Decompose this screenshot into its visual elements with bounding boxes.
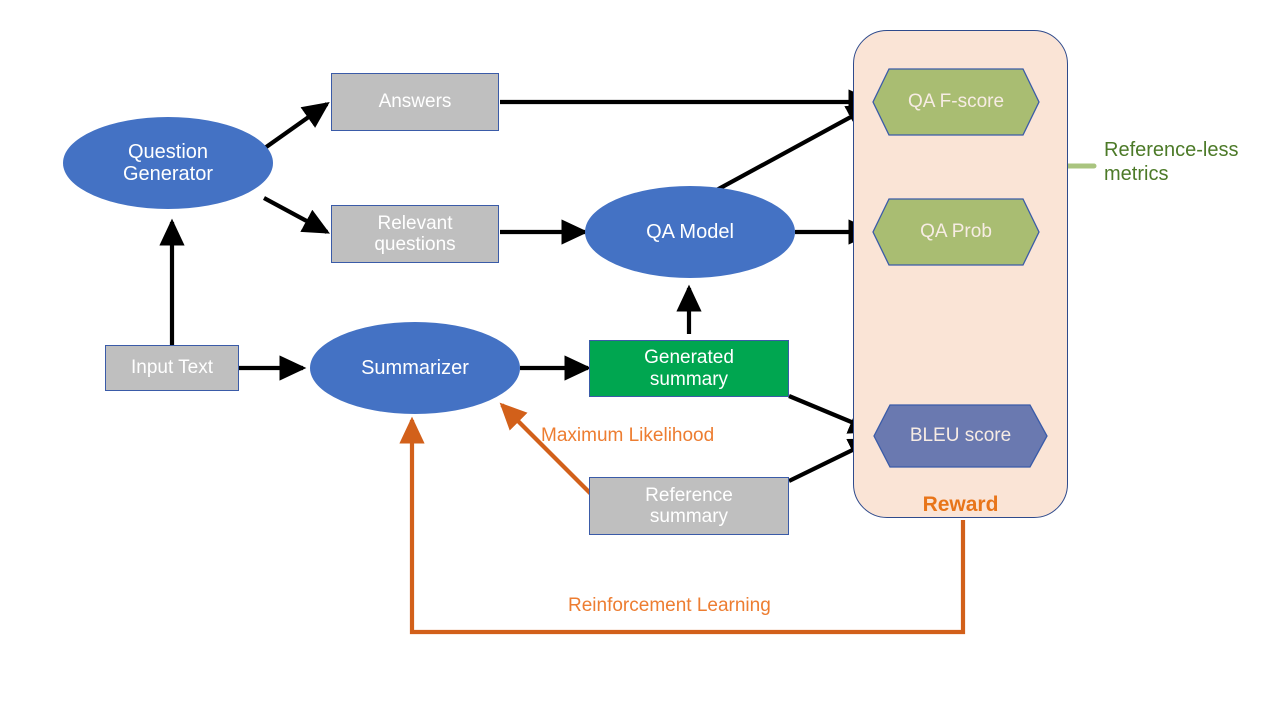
relevant-questions-node[interactable]: Relevant questions: [331, 205, 499, 263]
arrow-qgen-to-relevant-questions: [263, 196, 330, 234]
arrow-maximum-likelihood: [499, 402, 599, 502]
reinforcement-learning-label: Reinforcement Learning: [568, 595, 771, 616]
hexagon-shape-icon: [873, 404, 1048, 468]
hexagon-shape-icon: [872, 68, 1040, 136]
question-generator-node[interactable]: Question Generator: [63, 117, 273, 209]
summarizer-node[interactable]: Summarizer: [310, 322, 520, 414]
reference-summary-node[interactable]: Reference summary: [589, 477, 789, 535]
arrow-qa-model-to-qa-f-score: [711, 104, 874, 194]
reward-label: Reward: [922, 493, 999, 516]
diagram-canvas: Reward QA F-score QA Prob BLEU score Que…: [0, 0, 1280, 720]
generated-summary-node[interactable]: Generated summary: [589, 340, 789, 397]
answers-node[interactable]: Answers: [331, 73, 499, 131]
arrow-qgen-to-answers: [260, 102, 330, 152]
qa-prob-node[interactable]: QA Prob: [872, 198, 1040, 266]
qa-f-score-node[interactable]: QA F-score: [872, 68, 1040, 136]
bleu-score-node[interactable]: BLEU score: [873, 404, 1048, 468]
hexagon-shape-icon: [872, 198, 1040, 266]
qa-model-node[interactable]: QA Model: [585, 186, 795, 278]
maximum-likelihood-label: Maximum Likelihood: [541, 425, 715, 446]
reference-less-metrics-label: Reference-less metrics: [1104, 139, 1239, 185]
input-text-node[interactable]: Input Text: [105, 345, 239, 391]
